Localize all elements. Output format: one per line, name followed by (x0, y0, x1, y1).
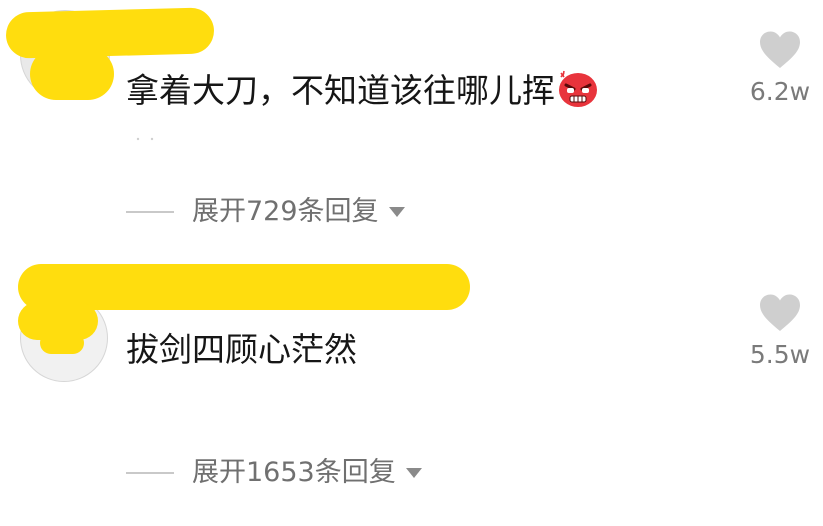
comment-text: 拔剑四顾心茫然 (126, 330, 357, 369)
redaction-mark (30, 48, 114, 100)
heart-icon (760, 31, 800, 68)
redaction-mark (5, 7, 215, 59)
divider (126, 211, 174, 213)
expand-replies-button[interactable]: 展开729条回复 (126, 194, 405, 230)
angry-face-icon (557, 70, 599, 108)
comment-text: 拿着大刀，不知道该往哪儿挥 (126, 70, 599, 111)
redaction-mark (40, 332, 84, 354)
caret-down-icon (388, 207, 405, 217)
divider (126, 472, 174, 474)
comment-item: 拔剑四顾心茫然 5.5w 展开1653条回复 (0, 250, 823, 526)
comment-item: 拿着大刀，不知道该往哪儿挥 6.2w 展开729条回复 (0, 0, 823, 250)
like-button[interactable]: 5.5w (740, 293, 820, 369)
expand-replies-button[interactable]: 展开1653条回复 (126, 455, 422, 491)
comment-text-content: 拿着大刀，不知道该往哪儿挥 (126, 71, 555, 110)
comment-list: 拿着大刀，不知道该往哪儿挥 6.2w 展开729条回复 拔剑四顾心茫然 5.5w… (0, 0, 823, 526)
expand-replies-label: 展开1653条回复 (192, 457, 396, 488)
caret-down-icon (405, 468, 422, 478)
like-count: 6.2w (749, 77, 811, 106)
heart-icon (760, 294, 800, 331)
divider (134, 126, 164, 141)
like-button[interactable]: 6.2w (740, 30, 820, 106)
like-count: 5.5w (749, 340, 811, 369)
expand-replies-label: 展开729条回复 (192, 196, 379, 227)
